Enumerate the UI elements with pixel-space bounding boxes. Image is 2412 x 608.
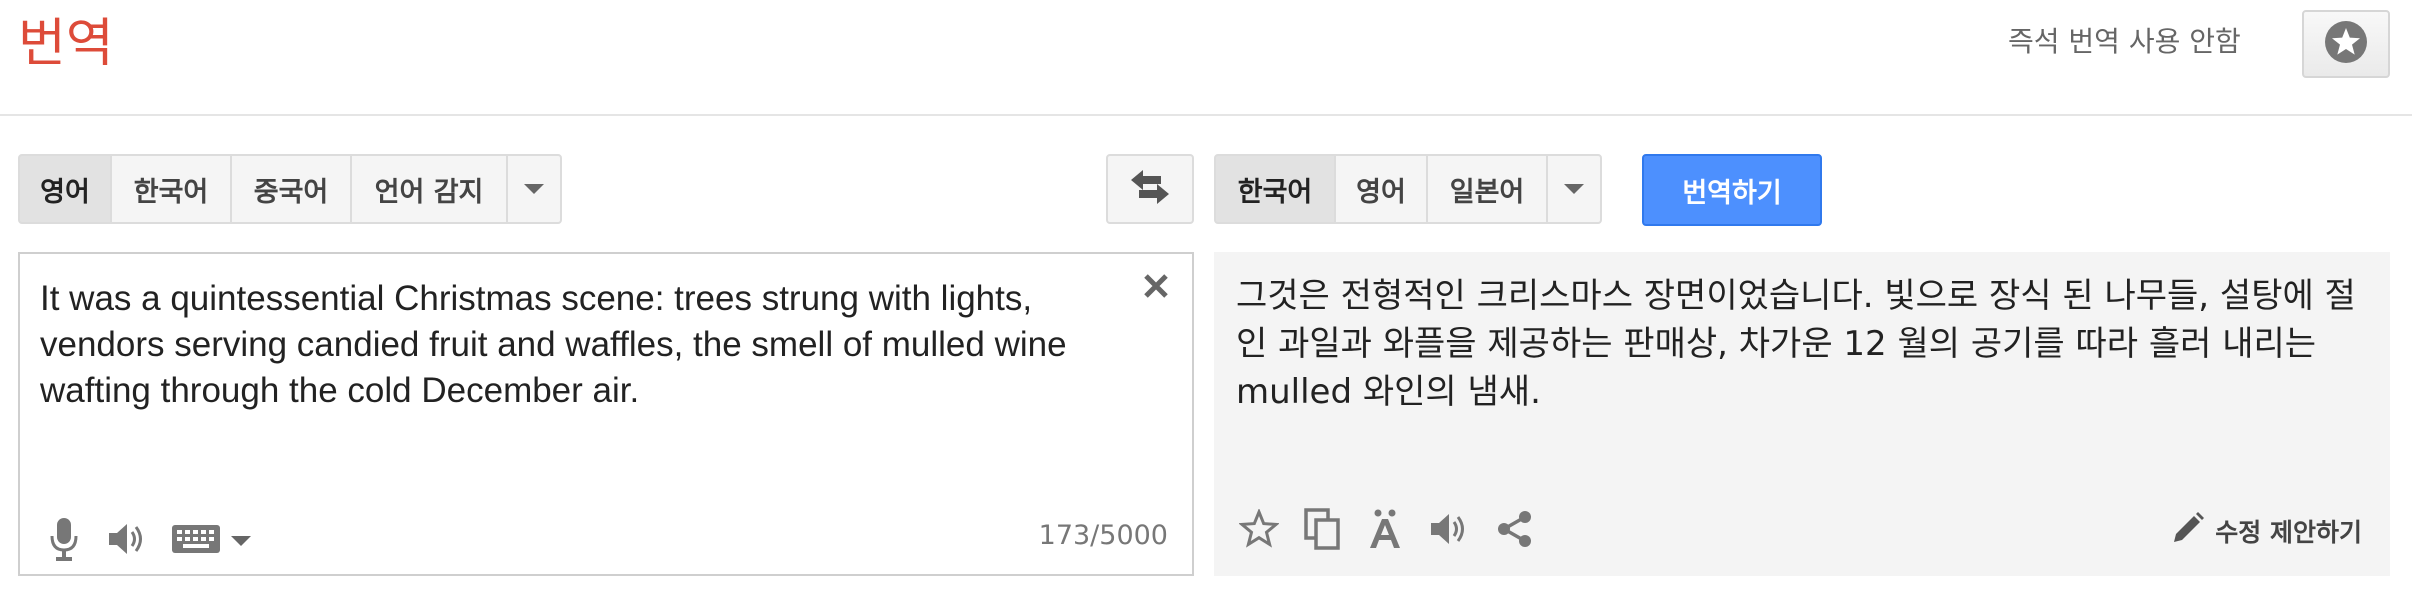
pencil-icon	[2171, 511, 2205, 551]
source-panel: It was a quintessential Christmas scene:…	[18, 252, 1194, 576]
share-translation-button[interactable]	[1490, 506, 1540, 556]
copy-translation-button[interactable]	[1298, 506, 1348, 556]
share-icon	[1496, 510, 1534, 552]
target-lang-dropdown[interactable]	[1546, 154, 1602, 224]
source-lang-detect[interactable]: 언어 감지	[350, 154, 508, 224]
phonetic-a-icon	[1367, 508, 1403, 554]
instant-translation-toggle[interactable]: 즉석 번역 사용 안함	[2008, 22, 2241, 62]
romanization-button[interactable]	[1360, 506, 1410, 556]
target-lang-japanese[interactable]: 일본어	[1426, 154, 1548, 224]
source-lang-chinese[interactable]: 중국어	[230, 154, 352, 224]
translate-button[interactable]: 번역하기	[1642, 154, 1822, 226]
chevron-down-icon	[231, 536, 251, 546]
voice-input-button[interactable]	[44, 516, 84, 566]
listen-translation-button[interactable]	[1424, 506, 1474, 556]
translated-text: 그것은 전형적인 크리스마스 장면이었습니다. 빛으로 장식 된 나무들, 설탕…	[1236, 276, 2356, 412]
source-lang-dropdown[interactable]	[506, 154, 562, 224]
source-lang-english[interactable]: 영어	[18, 154, 112, 224]
speaker-icon	[1429, 511, 1469, 551]
source-language-bar: 영어 한국어 중국어 언어 감지	[18, 154, 562, 224]
suggest-edit-label: 수정 제안하기	[2215, 518, 2362, 547]
header-divider	[0, 114, 2412, 116]
close-icon	[1142, 272, 1170, 304]
save-translation-button[interactable]	[1234, 506, 1284, 556]
target-lang-korean[interactable]: 한국어	[1214, 154, 1336, 224]
target-lang-english[interactable]: 영어	[1334, 154, 1428, 224]
character-count: 173/5000	[1038, 520, 1168, 551]
speaker-icon	[107, 521, 147, 561]
swap-languages-button[interactable]	[1106, 154, 1194, 224]
source-lang-korean[interactable]: 한국어	[110, 154, 232, 224]
suggest-edit-button[interactable]: 수정 제안하기	[2171, 506, 2362, 556]
listen-source-button[interactable]	[104, 516, 150, 566]
star-icon	[2323, 19, 2369, 69]
result-panel: 그것은 전형적인 크리스마스 장면이었습니다. 빛으로 장식 된 나무들, 설탕…	[1214, 252, 2390, 576]
input-tools-button[interactable]	[166, 516, 256, 566]
keyboard-icon	[171, 523, 221, 559]
source-text-input[interactable]: It was a quintessential Christmas scene:…	[40, 276, 1090, 456]
star-outline-icon	[1238, 508, 1280, 553]
clear-source-button[interactable]	[1136, 268, 1176, 308]
swap-arrows-icon	[1127, 167, 1173, 211]
chevron-down-icon	[524, 184, 544, 194]
microphone-icon	[49, 516, 79, 566]
page-title: 번역	[18, 14, 114, 74]
starred-phrasebook-button[interactable]	[2302, 10, 2390, 78]
copy-icon	[1304, 508, 1342, 554]
chevron-down-icon	[1564, 184, 1584, 194]
target-language-bar: 한국어 영어 일본어	[1214, 154, 1602, 224]
